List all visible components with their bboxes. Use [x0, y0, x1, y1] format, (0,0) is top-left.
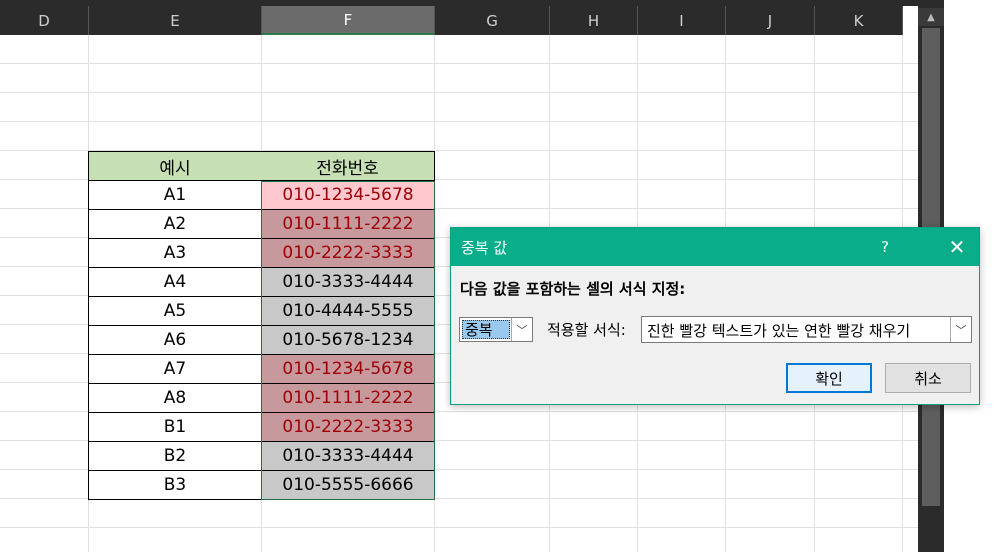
column-header-g[interactable]: G — [435, 6, 550, 35]
table-cell-phone[interactable]: 010-3333-4444 — [261, 268, 435, 297]
dialog-title: 중복 값 — [461, 238, 508, 257]
cancel-button[interactable]: 취소 — [885, 363, 971, 393]
table-cell-example[interactable]: A3 — [88, 239, 262, 268]
arrow-up-icon[interactable]: ▲ — [918, 8, 944, 26]
ok-button[interactable]: 확인 — [786, 363, 872, 393]
table-cell-phone[interactable]: 010-3333-4444 — [261, 442, 435, 471]
table-cell-example[interactable]: A5 — [88, 297, 262, 326]
column-header-j[interactable]: J — [726, 6, 815, 35]
chevron-down-icon[interactable]: ﹀ — [950, 317, 971, 342]
table-cell-example[interactable]: A2 — [88, 210, 262, 239]
table-cell-example[interactable]: B1 — [88, 413, 262, 442]
table-cell-example[interactable]: A7 — [88, 355, 262, 384]
table-cell-phone[interactable]: 010-5678-1234 — [261, 326, 435, 355]
column-header-f[interactable]: F — [262, 6, 435, 35]
table-cell-phone[interactable]: 010-2222-3333 — [261, 413, 435, 442]
duplicate-values-dialog: 중복 값 ? ✕ 다음 값을 포함하는 셀의 서식 지정: 중복 ﹀ 적용할 서… — [450, 227, 980, 405]
format-label: 적용할 서식: — [547, 321, 626, 339]
chevron-down-icon[interactable]: ﹀ — [511, 318, 532, 341]
table-cell-example[interactable]: B3 — [88, 471, 262, 500]
grid-line — [0, 121, 918, 122]
table-cell-example[interactable]: A1 — [88, 181, 262, 210]
column-header-e[interactable]: E — [89, 6, 262, 35]
table-header-phone[interactable]: 전화번호 — [261, 151, 435, 181]
grid-line — [0, 527, 918, 528]
table-cell-phone[interactable]: 010-1234-5678 — [261, 181, 435, 210]
grid-line — [0, 92, 918, 93]
table-cell-phone[interactable]: 010-1111-2222 — [261, 210, 435, 239]
format-select[interactable]: 진한 빨강 텍스트가 있는 연한 빨강 채우기 ﹀ — [641, 316, 972, 343]
table-cell-phone[interactable]: 010-5555-6666 — [261, 471, 435, 500]
table-cell-example[interactable]: B2 — [88, 442, 262, 471]
format-value: 진한 빨강 텍스트가 있는 연한 빨강 채우기 — [647, 322, 911, 340]
column-header-i[interactable]: I — [638, 6, 726, 35]
column-header-h[interactable]: H — [550, 6, 638, 35]
table-cell-example[interactable]: A8 — [88, 384, 262, 413]
table-header-example[interactable]: 예시 — [88, 151, 262, 181]
column-header-d[interactable]: D — [0, 6, 89, 35]
table-cell-phone[interactable]: 010-4444-5555 — [261, 297, 435, 326]
table-cell-phone[interactable]: 010-1234-5678 — [261, 355, 435, 384]
close-icon[interactable]: ✕ — [937, 228, 977, 266]
dialog-title-bar[interactable]: 중복 값 ? ✕ — [451, 228, 979, 266]
table-cell-example[interactable]: A4 — [88, 268, 262, 297]
duplicate-type-select[interactable]: 중복 ﹀ — [459, 317, 533, 342]
column-header-k[interactable]: K — [815, 6, 903, 35]
table-cell-example[interactable]: A6 — [88, 326, 262, 355]
dialog-prompt: 다음 값을 포함하는 셀의 서식 지정: — [460, 280, 686, 298]
table-cell-phone[interactable]: 010-2222-3333 — [261, 239, 435, 268]
table-cell-phone[interactable]: 010-1111-2222 — [261, 384, 435, 413]
grid-line — [0, 63, 918, 64]
help-icon[interactable]: ? — [881, 228, 889, 266]
duplicate-type-value: 중복 — [462, 320, 510, 339]
